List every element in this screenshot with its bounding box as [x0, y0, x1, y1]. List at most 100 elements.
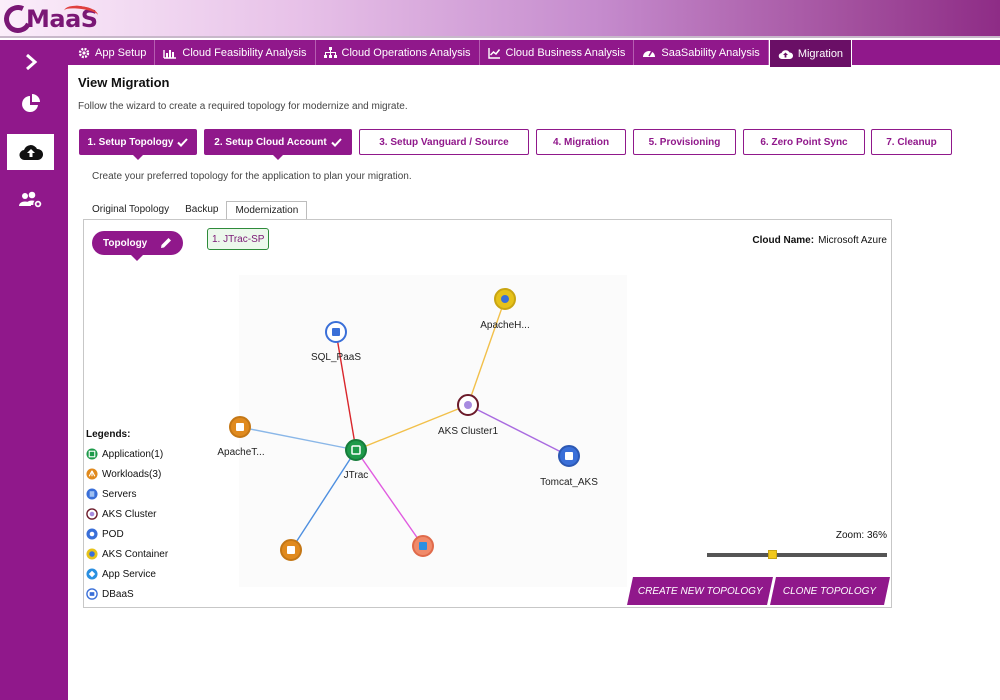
step-setup-vanguard[interactable]: 3. Setup Vanguard / Source: [359, 129, 529, 155]
maas-logo[interactable]: MaaS: [0, 1, 99, 37]
workload-glyph: [287, 546, 295, 554]
create-new-topology-button[interactable]: CREATE NEW TOPOLOGY: [627, 577, 773, 605]
edge-jtrac-workload2: [290, 449, 357, 551]
topology-nodes: SQL_PaaS ApacheH... AKS Cluster1 ApacheT...…: [217, 288, 598, 561]
legend-label: POD: [102, 528, 124, 540]
node-label: ApacheH...: [480, 320, 529, 331]
tab-saasability[interactable]: SaaSability Analysis: [634, 40, 769, 65]
app-header: MaaS: [0, 0, 1000, 38]
legend-label: App Service: [102, 568, 156, 580]
node-apacheh[interactable]: ApacheH...: [480, 288, 530, 331]
app-service-icon: [86, 568, 98, 580]
step-label: 2. Setup Cloud Account: [214, 136, 327, 148]
main-content: View Migration Follow the wizard to crea…: [68, 65, 1000, 700]
topology-actions: CREATE NEW TOPOLOGY CLONE TOPOLOGY: [627, 577, 890, 605]
tab-cloud-operations[interactable]: Cloud Operations Analysis: [316, 40, 480, 65]
step-cleanup[interactable]: 7. Cleanup: [871, 129, 952, 155]
zoom-slider-thumb[interactable]: [768, 550, 777, 559]
create-topology-label: CREATE NEW TOPOLOGY: [637, 585, 763, 597]
node-workload2[interactable]: [280, 539, 302, 561]
workload-glyph: [236, 423, 244, 431]
page-subtitle: Follow the wizard to create a required t…: [78, 101, 408, 112]
subtab-original-topology[interactable]: Original Topology: [84, 201, 177, 220]
node-apachet[interactable]: ApacheT...: [217, 416, 265, 458]
sidebar-expand-button[interactable]: [7, 44, 54, 80]
node-label: ApacheT...: [217, 447, 264, 458]
tab-cloud-business[interactable]: Cloud Business Analysis: [480, 40, 635, 65]
node-sql[interactable]: SQL_PaaS: [311, 321, 361, 363]
legend-item-aks-cluster: AKS Cluster: [86, 504, 168, 524]
tab-label: Cloud Business Analysis: [505, 46, 626, 59]
application-icon: [345, 439, 367, 461]
tab-label: Migration: [797, 47, 844, 60]
bar-chart-icon: [163, 49, 177, 59]
gauge-icon: [643, 50, 656, 57]
node-label: SQL_PaaS: [311, 352, 361, 363]
zoom-slider[interactable]: [707, 553, 887, 557]
step-label: 5. Provisioning: [648, 136, 721, 148]
dbaas-icon: [86, 588, 98, 600]
pod-glyph: [565, 452, 573, 460]
legend: Legends: Application(1) Workloads(3) Ser…: [86, 429, 168, 604]
node-jtrac[interactable]: JTrac: [344, 439, 369, 481]
topology-graph[interactable]: SQL_PaaS ApacheH... AKS Cluster1 ApacheT...…: [84, 220, 891, 607]
server-icon: [86, 488, 98, 500]
legend-item-workloads: Workloads(3): [86, 464, 168, 484]
sidebar-item-migration[interactable]: [7, 134, 54, 170]
chevron-right-icon: [25, 54, 37, 70]
tab-cloud-feasibility[interactable]: Cloud Feasibility Analysis: [155, 40, 316, 65]
step-setup-topology[interactable]: 1. Setup Topology: [79, 129, 197, 160]
tab-migration[interactable]: Migration: [768, 40, 853, 68]
step-zero-point-sync[interactable]: 6. Zero Point Sync: [743, 129, 865, 155]
sidebar-item-settings[interactable]: [7, 182, 54, 218]
node-label: JTrac: [344, 470, 369, 481]
users-gear-icon: [18, 191, 43, 209]
topology-subtabs: Original Topology Backup Modernization: [84, 201, 308, 220]
step-label: 3. Setup Vanguard / Source: [379, 136, 509, 148]
aks-container-glyph: [501, 295, 509, 303]
node-appservice[interactable]: [412, 535, 434, 557]
legend-title: Legends:: [86, 429, 131, 440]
gear-icon: [78, 47, 90, 58]
node-label: Tomcat_AKS: [540, 477, 598, 488]
aks-cluster-icon: [86, 508, 98, 520]
step-label: 1. Setup Topology: [87, 136, 174, 148]
sitemap-icon: [323, 46, 337, 58]
step-label: 4. Migration: [552, 136, 610, 148]
legend-item-aks-container: AKS Container: [86, 544, 168, 564]
subtab-backup[interactable]: Backup: [177, 201, 226, 220]
step-provisioning[interactable]: 5. Provisioning: [633, 129, 736, 155]
step-setup-cloud-account[interactable]: 2. Setup Cloud Account: [204, 129, 352, 160]
sidebar-item-dashboard[interactable]: [7, 86, 54, 122]
node-tomcat[interactable]: Tomcat_AKS: [540, 445, 598, 488]
topology-edges: [239, 298, 570, 551]
legend-item-pod: POD: [86, 524, 168, 544]
aks-container-icon: [86, 548, 98, 560]
tab-app-setup[interactable]: App Setup: [70, 40, 156, 65]
edge-aks-apacheh: [467, 298, 506, 406]
legend-label: AKS Cluster: [102, 508, 157, 520]
app-service-glyph: [419, 542, 427, 550]
left-sidebar: [0, 40, 68, 700]
tab-label: App Setup: [95, 46, 147, 59]
aks-cluster-glyph: [464, 401, 472, 409]
topology-hint: Create your preferred topology for the a…: [92, 171, 412, 182]
clone-topology-button[interactable]: CLONE TOPOLOGY: [770, 577, 890, 605]
step-label: 7. Cleanup: [886, 136, 937, 148]
tab-label: SaaSability Analysis: [661, 46, 760, 59]
legend-item-application: Application(1): [86, 444, 168, 464]
module-tabs: App Setup Cloud Feasibility Analysis Clo…: [68, 40, 1000, 68]
cloud-upload-icon: [18, 145, 43, 161]
application-icon: [86, 448, 98, 460]
tab-label: Cloud Operations Analysis: [341, 46, 471, 59]
edge-jtrac-sql: [335, 331, 357, 451]
workload-icon: [86, 468, 98, 480]
edge-jtrac-appservice: [355, 449, 424, 547]
check-icon: [177, 137, 189, 147]
subtab-modernization[interactable]: Modernization: [226, 201, 308, 220]
check-icon: [330, 137, 342, 147]
legend-label: DBaaS: [102, 588, 134, 600]
zoom-label: Zoom: 36%: [835, 530, 887, 541]
step-migration[interactable]: 4. Migration: [536, 129, 626, 155]
tab-label: Cloud Feasibility Analysis: [182, 46, 307, 59]
